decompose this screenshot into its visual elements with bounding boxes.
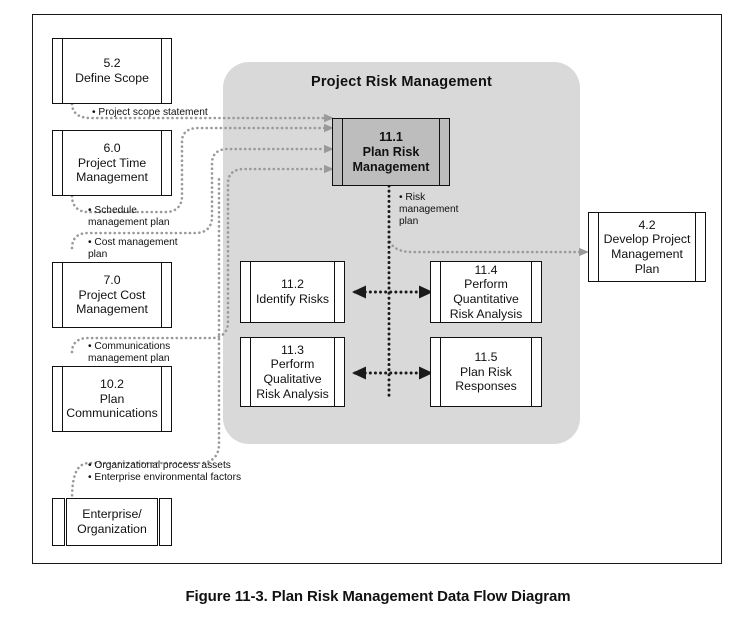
process-box-11-4[interactable]: 11.4 Perform Quantitative Risk Analysis [430, 261, 542, 323]
process-box-11-1-label: 11.1 Plan Risk Management [352, 129, 430, 174]
flow-label-communications-management-plan: • Communications management plan [88, 341, 171, 365]
flow-label-project-scope-statement: • Project scope statement [92, 107, 208, 118]
process-box-11-2-label: 11.2 Identify Risks [255, 277, 330, 306]
process-box-7-0-label: 7.0 Project Cost Management [76, 273, 148, 317]
process-box-4-2[interactable]: 4.2 Develop Project Management Plan [588, 212, 706, 282]
process-box-11-3[interactable]: 11.3 Perform Qualitative Risk Analysis [240, 337, 345, 407]
process-box-7-0[interactable]: 7.0 Project Cost Management [52, 262, 172, 328]
entity-box-enterprise-organization[interactable]: Enterprise/ Organization [52, 498, 172, 546]
process-box-11-5-label: 11.5 Plan Risk Responses [455, 350, 517, 394]
process-box-10-2-label: 10.2 Plan Communications [66, 377, 158, 421]
process-box-11-2[interactable]: 11.2 Identify Risks [240, 261, 345, 323]
process-box-11-5[interactable]: 11.5 Plan Risk Responses [430, 337, 542, 407]
process-box-10-2[interactable]: 10.2 Plan Communications [52, 366, 172, 432]
figure-caption: Figure 11-3. Plan Risk Management Data F… [185, 588, 571, 605]
process-box-6-0[interactable]: 6.0 Project Time Management [52, 130, 172, 196]
entity-box-enterprise-organization-label: Enterprise/ Organization [77, 507, 147, 536]
flow-label-schedule-management-plan: • Schedule management plan [88, 205, 170, 229]
flow-label-risk-management-plan: • Risk management plan [399, 192, 459, 228]
entity-body: Enterprise/ Organization [66, 498, 158, 546]
flow-label-organizational-assets: • Organizational process assets • Enterp… [88, 460, 242, 484]
box-rule-right [531, 338, 532, 406]
panel-title: Project Risk Management [310, 74, 493, 90]
process-box-6-0-label: 6.0 Project Time Management [76, 141, 148, 185]
process-box-4-2-label: 4.2 Develop Project Management Plan [603, 217, 691, 276]
entity-cap-left [52, 498, 65, 546]
process-box-11-1[interactable]: 11.1 Plan Risk Management [332, 118, 450, 186]
process-box-5-2-label: 5.2 Define Scope [75, 56, 149, 85]
figure-root: 5.2 Define Scope 6.0 Project Time Manage… [0, 0, 756, 632]
process-box-5-2[interactable]: 5.2 Define Scope [52, 38, 172, 104]
flow-label-cost-management-plan: • Cost management plan [88, 237, 178, 261]
process-box-11-3-label: 11.3 Perform Qualitative Risk Analysis [256, 342, 329, 401]
process-box-11-4-label: 11.4 Perform Quantitative Risk Analysis [449, 262, 523, 321]
entity-cap-right [159, 498, 172, 546]
